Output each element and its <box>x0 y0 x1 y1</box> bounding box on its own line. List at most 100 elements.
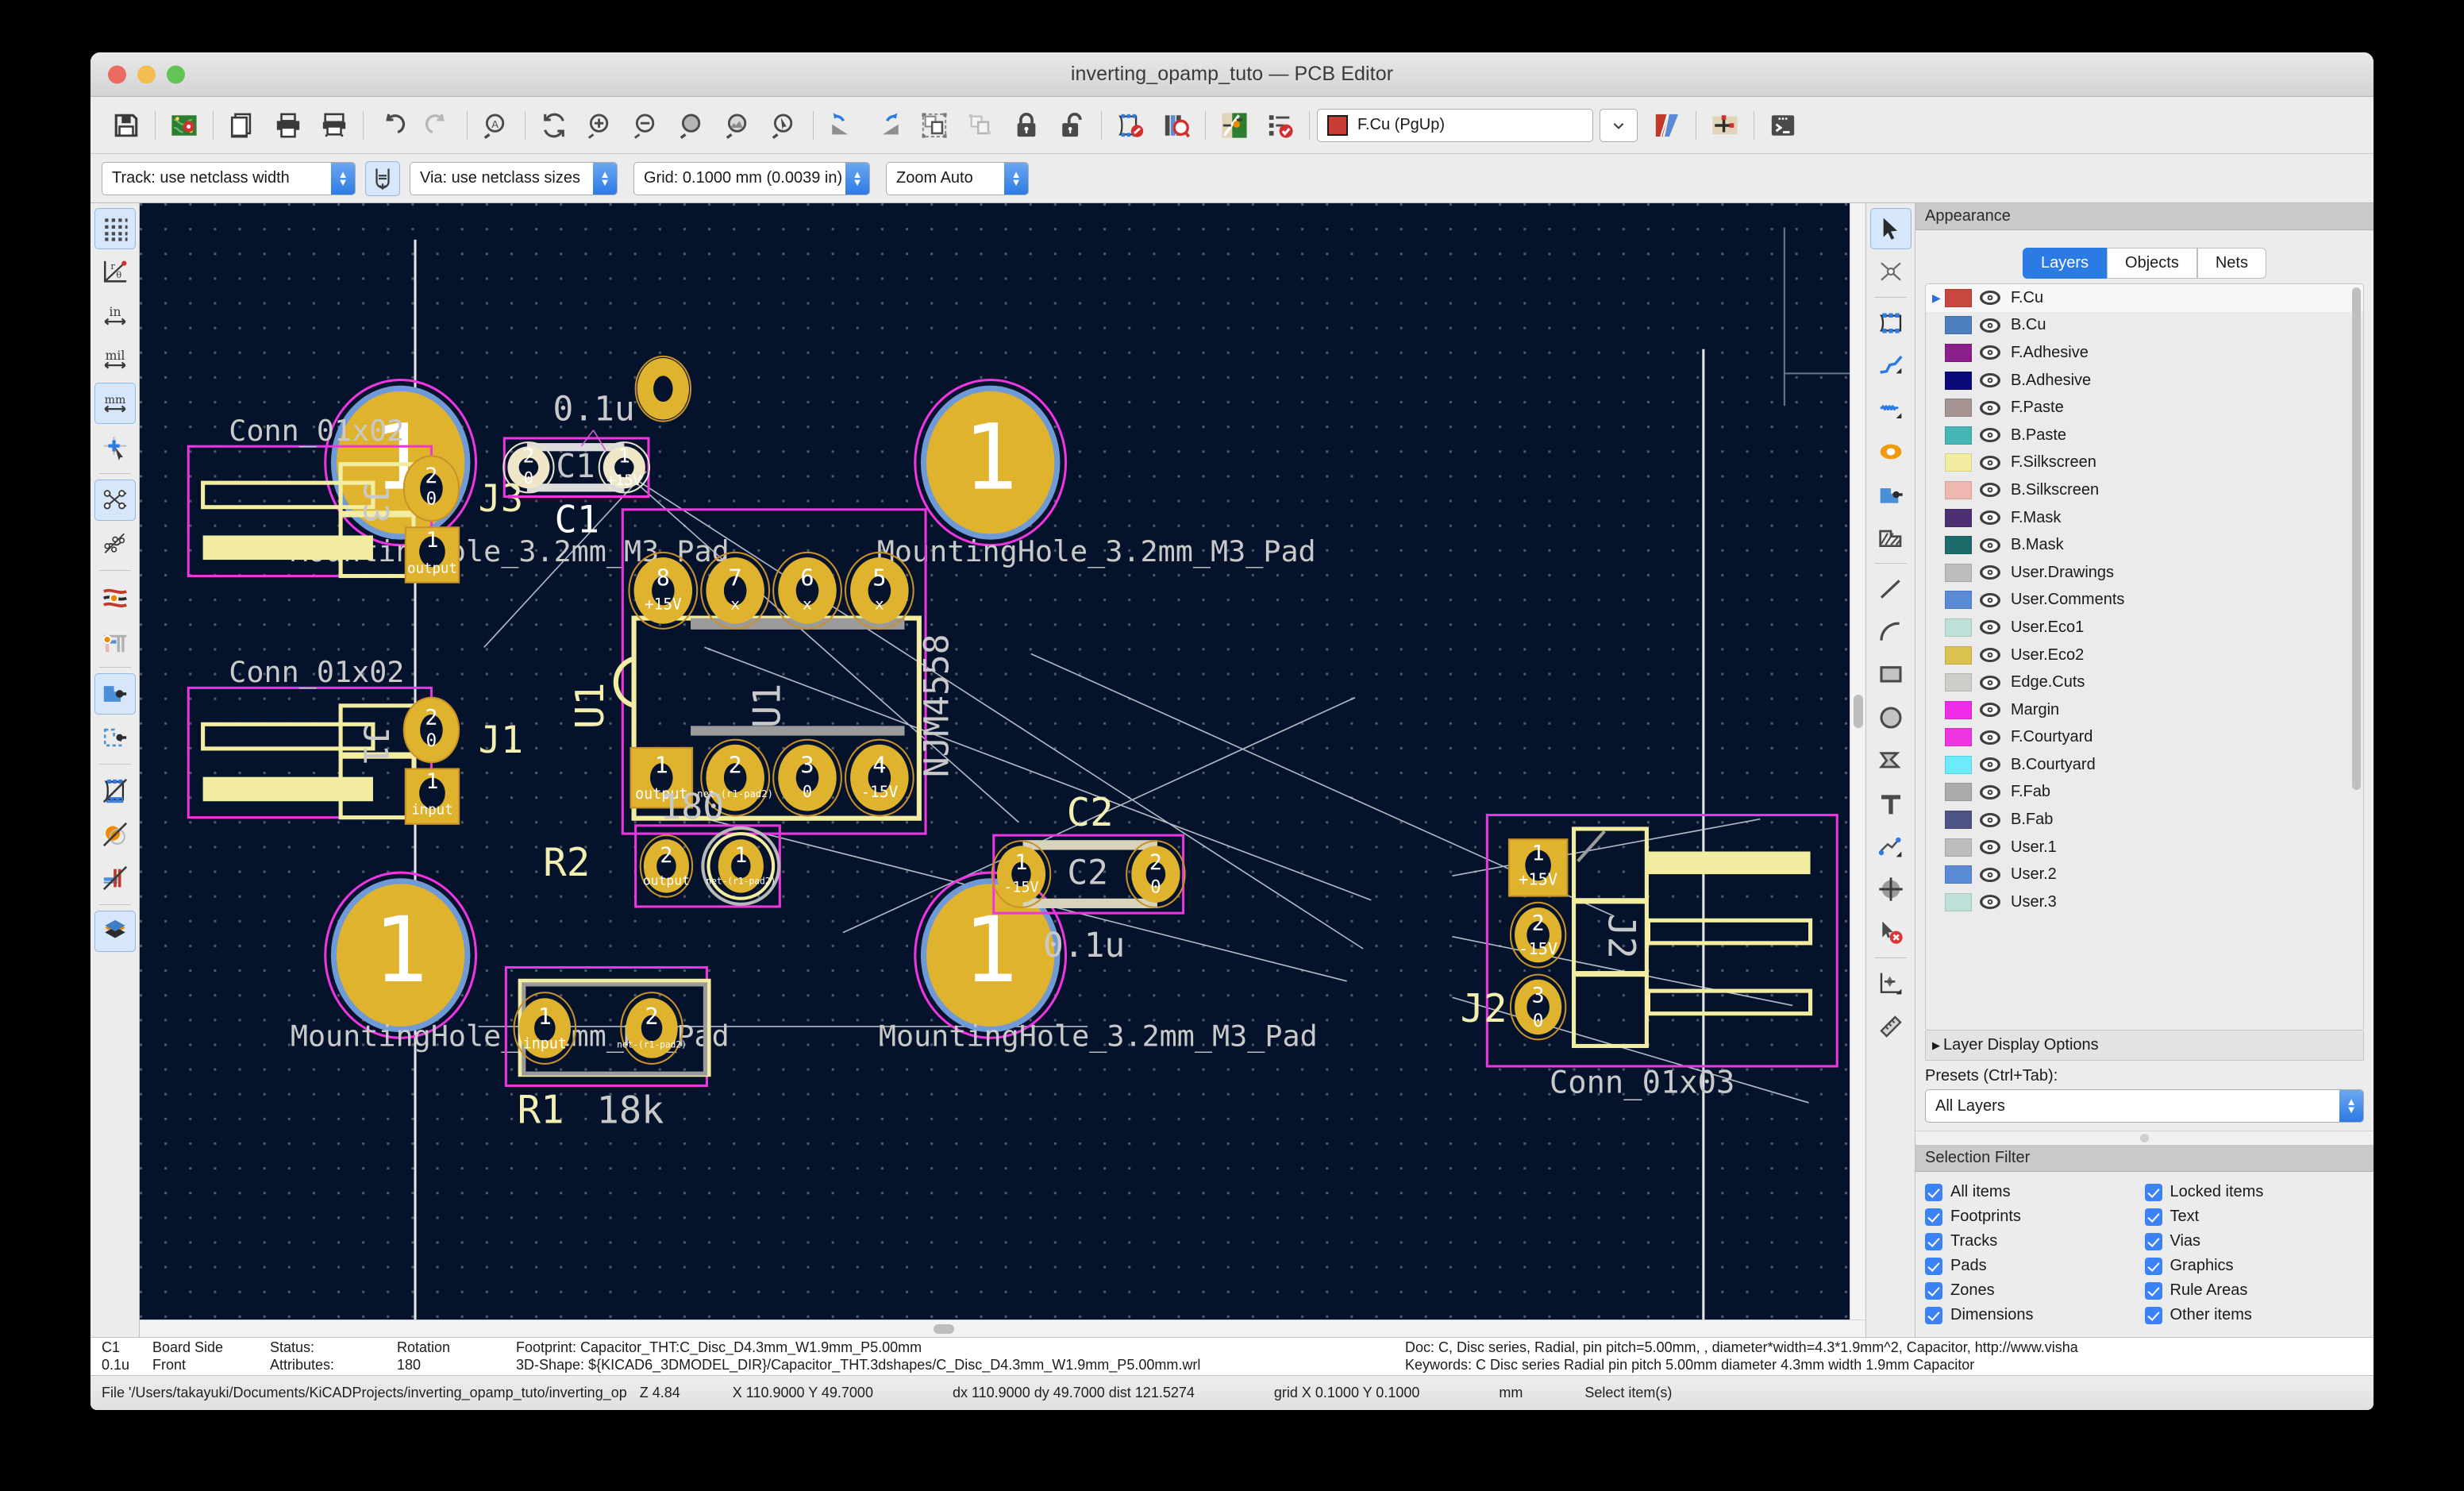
layer-color-swatch[interactable] <box>1945 591 1972 610</box>
active-layer-combo[interactable]: F.Cu (PgUp) <box>1317 108 1593 142</box>
splitter-handle[interactable] <box>2140 1134 2149 1142</box>
add-via-button[interactable] <box>1870 431 1912 472</box>
zoom-out-button[interactable] <box>623 102 669 148</box>
layer-visibility-toggle[interactable] <box>1979 592 2003 608</box>
checkbox[interactable] <box>1925 1306 1942 1324</box>
zoom-stepper[interactable]: ▲ ▼ <box>1004 162 1028 195</box>
via-fill-mode-button[interactable] <box>94 620 136 661</box>
draw-rectangle-button[interactable] <box>1870 654 1912 695</box>
zone-outline-mode-button[interactable] <box>94 717 136 758</box>
checkbox[interactable] <box>2144 1281 2162 1300</box>
layer-color-swatch[interactable] <box>1945 508 1972 527</box>
add-drill-place-origin-button[interactable] <box>1870 869 1912 910</box>
layer-color-swatch[interactable] <box>1945 426 1972 445</box>
footprint-editor-button[interactable] <box>1107 102 1153 148</box>
layer-color-swatch[interactable] <box>1945 399 1972 418</box>
layer-row[interactable]: F.Fab <box>1926 779 2363 807</box>
units-millimeters-button[interactable]: mm <box>94 383 136 424</box>
layer-color-swatch[interactable] <box>1945 673 1972 692</box>
sketch-pads-button[interactable] <box>94 814 136 855</box>
scroll-thumb[interactable] <box>2352 287 2361 791</box>
layer-visibility-toggle[interactable] <box>1979 564 2003 580</box>
layer-row[interactable]: ▶ F.Cu <box>1926 284 2363 312</box>
layer-row[interactable]: F.Mask <box>1926 504 2363 532</box>
layer-row[interactable]: User.Drawings <box>1926 559 2363 587</box>
layer-color-swatch[interactable] <box>1945 288 1972 307</box>
layer-color-swatch[interactable] <box>1945 645 1972 665</box>
undo-button[interactable] <box>369 102 415 148</box>
mounting-hole-3[interactable]: 1 <box>324 871 478 1039</box>
minimize-button[interactable] <box>137 65 156 83</box>
add-filled-zone-button[interactable] <box>1870 474 1912 515</box>
mounting-hole-2[interactable]: 1 <box>914 378 1068 547</box>
checkbox[interactable] <box>1925 1208 1942 1226</box>
add-rule-area-button[interactable] <box>1870 517 1912 558</box>
sketch-text-graphics-button[interactable] <box>94 857 136 899</box>
group-button[interactable] <box>911 102 957 148</box>
checkbox[interactable] <box>1925 1257 1942 1275</box>
select-tool-button[interactable] <box>1869 208 1912 249</box>
save-button[interactable] <box>103 102 149 148</box>
layer-color-swatch[interactable] <box>1945 316 1972 335</box>
layer-row[interactable]: B.Mask <box>1926 531 2363 559</box>
layer-row[interactable]: F.Adhesive <box>1926 339 2363 367</box>
layer-color-swatch[interactable] <box>1945 453 1972 472</box>
layer-visibility-toggle[interactable] <box>1979 784 2003 800</box>
layer-row[interactable]: B.Cu <box>1926 312 2363 340</box>
checkbox[interactable] <box>1925 1232 1942 1250</box>
layer-visibility-toggle[interactable] <box>1979 730 2003 746</box>
layer-row[interactable]: F.Courtyard <box>1926 724 2363 752</box>
route-differential-pair-button[interactable] <box>1870 388 1912 430</box>
layer-color-swatch[interactable] <box>1945 480 1972 499</box>
track-fill-mode-button[interactable] <box>94 576 136 618</box>
delete-tool-button[interactable] <box>1870 911 1912 953</box>
add-dimension-button[interactable] <box>1870 826 1912 867</box>
via-size-combo[interactable]: Via: use netclass sizes ▲ ▼ <box>410 161 618 195</box>
scroll-thumb[interactable] <box>934 1324 955 1334</box>
add-text-button[interactable] <box>1870 783 1912 824</box>
selection-filter-right-item[interactable]: Vias <box>2144 1229 2365 1254</box>
show-ratsnest-button[interactable] <box>94 480 136 521</box>
checkbox[interactable] <box>2144 1306 2162 1324</box>
layer-visibility-toggle[interactable] <box>1979 675 2003 691</box>
layer-color-swatch[interactable] <box>1945 343 1972 362</box>
tab-layers[interactable]: Layers <box>2023 248 2108 279</box>
zoom-fit-page-button[interactable] <box>669 102 715 148</box>
print-button[interactable] <box>265 102 311 148</box>
via-size-stepper[interactable]: ▲ ▼ <box>593 162 617 195</box>
route-track-button[interactable] <box>1870 345 1912 387</box>
layer-visibility-toggle[interactable] <box>1979 867 2003 883</box>
close-button[interactable] <box>108 65 126 83</box>
toggle-grid-button[interactable] <box>94 208 136 249</box>
selection-filter-left-item[interactable]: Pads <box>1925 1254 2145 1278</box>
layer-visibility-toggle[interactable] <box>1979 427 2003 443</box>
layer-visibility-toggle[interactable] <box>1979 400 2003 416</box>
layer-color-swatch[interactable] <box>1945 371 1972 390</box>
selection-filter-left-item[interactable]: Tracks <box>1925 1229 2145 1254</box>
zoom-in-button[interactable] <box>577 102 623 148</box>
route-tracks-button[interactable] <box>1211 102 1257 148</box>
toggle-contrast-mode-button[interactable] <box>94 911 136 952</box>
polar-coordinates-button[interactable]: rθ <box>94 252 136 293</box>
lock-button[interactable] <box>1003 102 1049 148</box>
curved-ratsnest-button[interactable] <box>94 523 136 564</box>
layer-row[interactable]: User.Comments <box>1926 587 2363 615</box>
layer-row[interactable]: B.Adhesive <box>1926 367 2363 395</box>
layer-color-swatch[interactable] <box>1945 811 1972 830</box>
pcb-canvas[interactable]: 1 1 1 1 MountingHole_3.2mm_M3_Pad Mounti… <box>140 203 1865 1320</box>
draw-polygon-button[interactable] <box>1870 740 1912 781</box>
footprint-library-button[interactable] <box>1153 102 1199 148</box>
zoom-button[interactable] <box>167 65 185 83</box>
draw-arc-button[interactable] <box>1870 611 1912 653</box>
layer-color-swatch[interactable] <box>1945 618 1972 637</box>
layer-visibility-toggle[interactable] <box>1979 619 2003 635</box>
tab-objects[interactable]: Objects <box>2107 248 2197 279</box>
checkbox[interactable] <box>1925 1183 1942 1201</box>
layer-row[interactable]: Margin <box>1926 696 2363 724</box>
u1-pad-8[interactable] <box>634 355 692 422</box>
checkbox[interactable] <box>1925 1281 1942 1300</box>
checkbox[interactable] <box>2144 1208 2162 1226</box>
zoom-combo[interactable]: Zoom Auto ▲ ▼ <box>886 161 1029 195</box>
layer-visibility-toggle[interactable] <box>1979 290 2003 306</box>
layer-visibility-toggle[interactable] <box>1979 839 2003 855</box>
